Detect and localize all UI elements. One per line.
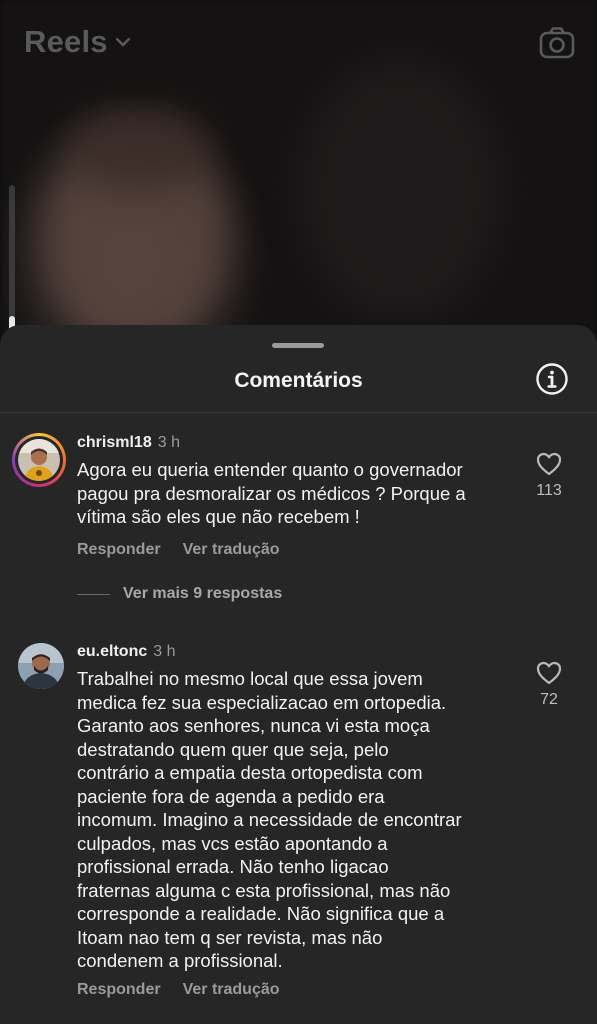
avatar-image bbox=[18, 439, 60, 481]
comment-username[interactable]: eu.eltonc bbox=[77, 643, 147, 660]
comment-time: 3 h bbox=[157, 434, 180, 451]
translate-button[interactable]: Ver tradução bbox=[183, 541, 280, 558]
avatar[interactable] bbox=[12, 433, 66, 487]
reels-header[interactable]: Reels bbox=[24, 24, 130, 60]
avatar[interactable] bbox=[18, 643, 64, 689]
info-icon[interactable] bbox=[535, 362, 569, 396]
like-button[interactable]: 113 bbox=[529, 452, 569, 500]
like-count: 72 bbox=[540, 691, 558, 708]
comment-text: Agora eu queria entender quanto o govern… bbox=[77, 459, 466, 527]
translate-button[interactable]: Ver tradução bbox=[183, 981, 280, 998]
view-more-replies[interactable]: Ver mais 9 respostas bbox=[77, 585, 282, 603]
comment-username[interactable]: chrisml18 bbox=[77, 434, 152, 451]
comment-time: 3 h bbox=[153, 643, 176, 660]
reels-screen: Reels Comentários chrisml18 3 h Agora eu… bbox=[0, 0, 597, 1024]
comment-actions: Responder Ver tradução bbox=[77, 981, 302, 999]
like-count: 113 bbox=[536, 482, 562, 499]
comment-header: chrisml18 3 h bbox=[77, 434, 180, 452]
heart-icon[interactable] bbox=[536, 661, 562, 685]
comment-header: eu.eltonc 3 h bbox=[77, 643, 175, 661]
view-more-replies-label[interactable]: Ver mais 9 respostas bbox=[123, 585, 282, 603]
heart-icon[interactable] bbox=[536, 452, 562, 476]
replies-line bbox=[77, 593, 110, 595]
sheet-title: Comentários bbox=[234, 369, 363, 392]
comment-actions: Responder Ver tradução bbox=[77, 541, 302, 559]
avatar-image bbox=[18, 643, 64, 689]
reels-title[interactable]: Reels bbox=[24, 24, 108, 60]
chevron-down-icon[interactable] bbox=[115, 37, 130, 47]
reply-button[interactable]: Responder bbox=[77, 541, 161, 558]
reply-button[interactable]: Responder bbox=[77, 981, 161, 998]
camera-icon[interactable] bbox=[539, 26, 575, 60]
sheet-grabber[interactable] bbox=[272, 343, 324, 348]
comment-text: Trabalhei no mesmo local que essa jovem … bbox=[77, 668, 462, 971]
sheet-divider bbox=[0, 412, 597, 413]
comments-sheet: Comentários chrisml18 3 h Agora eu queri… bbox=[0, 325, 597, 1024]
like-button[interactable]: 72 bbox=[529, 661, 569, 709]
